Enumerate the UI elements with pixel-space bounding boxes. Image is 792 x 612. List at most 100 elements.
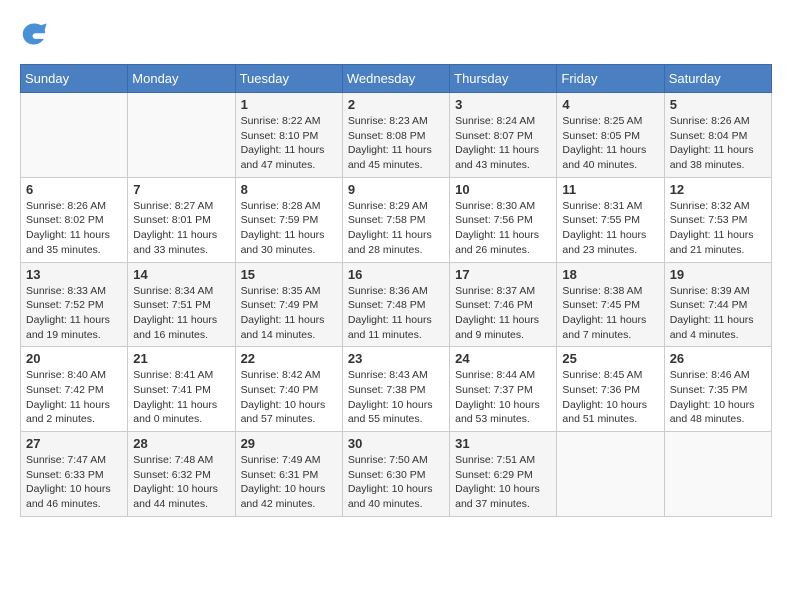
header-cell-tuesday: Tuesday <box>235 65 342 93</box>
day-cell: 15Sunrise: 8:35 AM Sunset: 7:49 PM Dayli… <box>235 262 342 347</box>
day-cell: 12 Sunrise: 8:32 AM Sunset: 7:53 PM Dayli… <box>664 177 771 262</box>
day-number: 16 <box>348 267 444 282</box>
day-number: 22 <box>241 351 337 366</box>
page-header <box>20 20 772 48</box>
day-number: 14 <box>133 267 229 282</box>
header-cell-monday: Monday <box>128 65 235 93</box>
day-number: 1 <box>241 97 337 112</box>
day-detail: Sunrise: 8:28 AM Sunset: 7:59 PM Dayligh… <box>241 199 337 258</box>
day-detail: Sunrise: 8:36 AM Sunset: 7:48 PM Dayligh… <box>348 284 444 343</box>
day-cell: 30Sunrise: 7:50 AM Sunset: 6:30 PM Dayli… <box>342 432 449 517</box>
day-cell <box>128 93 235 178</box>
day-detail: Sunrise: 8:30 AM Sunset: 7:56 PM Dayligh… <box>455 199 551 258</box>
day-detail: Sunrise: 8:23 AM Sunset: 8:08 PM Dayligh… <box>348 114 444 173</box>
day-detail: Sunrise: 8:34 AM Sunset: 7:51 PM Dayligh… <box>133 284 229 343</box>
header-cell-friday: Friday <box>557 65 664 93</box>
day-number: 8 <box>241 182 337 197</box>
day-detail: Sunrise: 8:27 AM Sunset: 8:01 PM Dayligh… <box>133 199 229 258</box>
day-detail: Sunrise: 7:49 AM Sunset: 6:31 PM Dayligh… <box>241 453 337 512</box>
day-number: 30 <box>348 436 444 451</box>
week-row-3: 13Sunrise: 8:33 AM Sunset: 7:52 PM Dayli… <box>21 262 772 347</box>
day-detail: Sunrise: 8:29 AM Sunset: 7:58 PM Dayligh… <box>348 199 444 258</box>
day-cell: 23 Sunrise: 8:43 AM Sunset: 7:38 PM Dayli… <box>342 347 449 432</box>
day-detail: Sunrise: 8:26 AM Sunset: 8:02 PM Dayligh… <box>26 199 122 258</box>
day-detail: Sunrise: 8:25 AM Sunset: 8:05 PM Dayligh… <box>562 114 658 173</box>
day-detail: Sunrise: 8:40 AM Sunset: 7:42 PM Dayligh… <box>26 368 122 427</box>
day-cell: 25 Sunrise: 8:45 AM Sunset: 7:36 PM Dayli… <box>557 347 664 432</box>
day-detail: Sunrise: 8:31 AM Sunset: 7:55 PM Dayligh… <box>562 199 658 258</box>
day-number: 10 <box>455 182 551 197</box>
day-number: 24 <box>455 351 551 366</box>
day-detail: Sunrise: 8:24 AM Sunset: 8:07 PM Dayligh… <box>455 114 551 173</box>
day-number: 20 <box>26 351 122 366</box>
week-row-4: 20 Sunrise: 8:40 AM Sunset: 7:42 PM Dayli… <box>21 347 772 432</box>
day-number: 18 <box>562 267 658 282</box>
day-cell: 16 Sunrise: 8:36 AM Sunset: 7:48 PM Dayli… <box>342 262 449 347</box>
day-number: 12 <box>670 182 766 197</box>
day-detail: Sunrise: 8:38 AM Sunset: 7:45 PM Dayligh… <box>562 284 658 343</box>
day-number: 13 <box>26 267 122 282</box>
header-cell-sunday: Sunday <box>21 65 128 93</box>
day-number: 9 <box>348 182 444 197</box>
day-detail: Sunrise: 8:41 AM Sunset: 7:41 PM Dayligh… <box>133 368 229 427</box>
day-detail: Sunrise: 7:48 AM Sunset: 6:32 PM Dayligh… <box>133 453 229 512</box>
day-number: 4 <box>562 97 658 112</box>
day-detail: Sunrise: 8:44 AM Sunset: 7:37 PM Dayligh… <box>455 368 551 427</box>
day-cell: 10 Sunrise: 8:30 AM Sunset: 7:56 PM Dayli… <box>450 177 557 262</box>
day-cell: 5Sunrise: 8:26 AM Sunset: 8:04 PM Daylig… <box>664 93 771 178</box>
week-row-1: 1 Sunrise: 8:22 AM Sunset: 8:10 PM Daylig… <box>21 93 772 178</box>
day-number: 29 <box>241 436 337 451</box>
day-number: 19 <box>670 267 766 282</box>
calendar-table: SundayMondayTuesdayWednesdayThursdayFrid… <box>20 64 772 517</box>
day-number: 11 <box>562 182 658 197</box>
day-detail: Sunrise: 8:43 AM Sunset: 7:38 PM Dayligh… <box>348 368 444 427</box>
day-cell: 9 Sunrise: 8:29 AM Sunset: 7:58 PM Daylig… <box>342 177 449 262</box>
day-detail: Sunrise: 7:47 AM Sunset: 6:33 PM Dayligh… <box>26 453 122 512</box>
day-cell: 20 Sunrise: 8:40 AM Sunset: 7:42 PM Dayli… <box>21 347 128 432</box>
day-detail: Sunrise: 8:32 AM Sunset: 7:53 PM Dayligh… <box>670 199 766 258</box>
day-cell: 7Sunrise: 8:27 AM Sunset: 8:01 PM Daylig… <box>128 177 235 262</box>
day-detail: Sunrise: 8:26 AM Sunset: 8:04 PM Dayligh… <box>670 114 766 173</box>
day-number: 3 <box>455 97 551 112</box>
day-cell <box>557 432 664 517</box>
day-cell <box>21 93 128 178</box>
day-cell: 4 Sunrise: 8:25 AM Sunset: 8:05 PM Daylig… <box>557 93 664 178</box>
day-cell: 29 Sunrise: 7:49 AM Sunset: 6:31 PM Dayli… <box>235 432 342 517</box>
logo <box>20 20 52 48</box>
day-cell: 11 Sunrise: 8:31 AM Sunset: 7:55 PM Dayli… <box>557 177 664 262</box>
day-cell: 8 Sunrise: 8:28 AM Sunset: 7:59 PM Daylig… <box>235 177 342 262</box>
day-cell: 19 Sunrise: 8:39 AM Sunset: 7:44 PM Dayli… <box>664 262 771 347</box>
day-cell: 24 Sunrise: 8:44 AM Sunset: 7:37 PM Dayli… <box>450 347 557 432</box>
day-number: 6 <box>26 182 122 197</box>
day-cell: 2 Sunrise: 8:23 AM Sunset: 8:08 PM Daylig… <box>342 93 449 178</box>
calendar-body: 1 Sunrise: 8:22 AM Sunset: 8:10 PM Daylig… <box>21 93 772 517</box>
day-number: 26 <box>670 351 766 366</box>
calendar-header: SundayMondayTuesdayWednesdayThursdayFrid… <box>21 65 772 93</box>
day-detail: Sunrise: 8:45 AM Sunset: 7:36 PM Dayligh… <box>562 368 658 427</box>
day-cell <box>664 432 771 517</box>
day-cell: 18 Sunrise: 8:38 AM Sunset: 7:45 PM Dayli… <box>557 262 664 347</box>
day-cell: 26Sunrise: 8:46 AM Sunset: 7:35 PM Dayli… <box>664 347 771 432</box>
day-number: 17 <box>455 267 551 282</box>
day-detail: Sunrise: 8:37 AM Sunset: 7:46 PM Dayligh… <box>455 284 551 343</box>
day-number: 25 <box>562 351 658 366</box>
day-cell: 17 Sunrise: 8:37 AM Sunset: 7:46 PM Dayli… <box>450 262 557 347</box>
day-cell: 3 Sunrise: 8:24 AM Sunset: 8:07 PM Daylig… <box>450 93 557 178</box>
day-number: 21 <box>133 351 229 366</box>
day-cell: 28 Sunrise: 7:48 AM Sunset: 6:32 PM Dayli… <box>128 432 235 517</box>
day-cell: 27 Sunrise: 7:47 AM Sunset: 6:33 PM Dayli… <box>21 432 128 517</box>
header-cell-saturday: Saturday <box>664 65 771 93</box>
day-detail: Sunrise: 7:51 AM Sunset: 6:29 PM Dayligh… <box>455 453 551 512</box>
day-number: 27 <box>26 436 122 451</box>
week-row-5: 27 Sunrise: 7:47 AM Sunset: 6:33 PM Dayli… <box>21 432 772 517</box>
day-detail: Sunrise: 8:39 AM Sunset: 7:44 PM Dayligh… <box>670 284 766 343</box>
day-number: 23 <box>348 351 444 366</box>
day-detail: Sunrise: 8:22 AM Sunset: 8:10 PM Dayligh… <box>241 114 337 173</box>
day-number: 15 <box>241 267 337 282</box>
header-row: SundayMondayTuesdayWednesdayThursdayFrid… <box>21 65 772 93</box>
day-number: 2 <box>348 97 444 112</box>
logo-icon <box>20 20 48 48</box>
header-cell-wednesday: Wednesday <box>342 65 449 93</box>
day-detail: Sunrise: 8:42 AM Sunset: 7:40 PM Dayligh… <box>241 368 337 427</box>
day-number: 28 <box>133 436 229 451</box>
